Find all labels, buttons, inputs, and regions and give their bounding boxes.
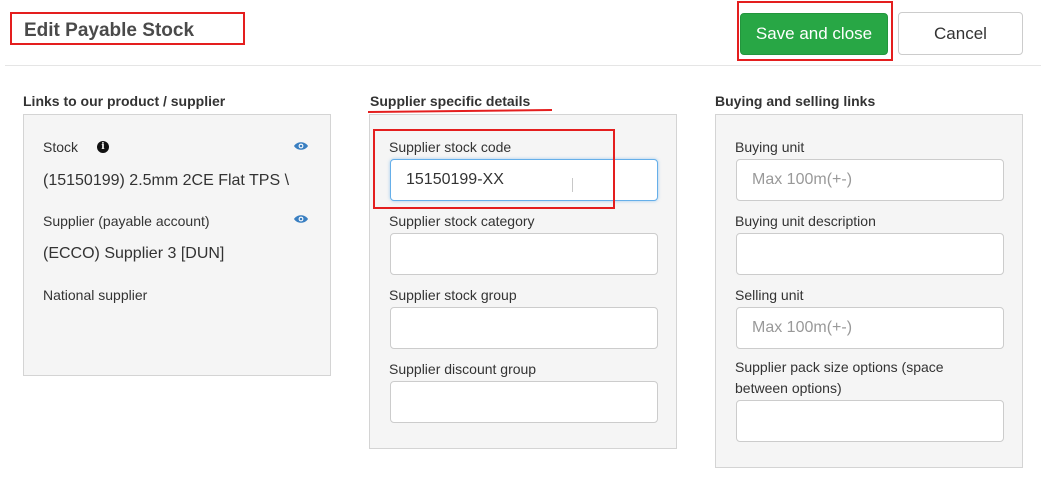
supplier-label: Supplier (payable account) — [43, 213, 210, 229]
supplier-stock-category-input[interactable] — [390, 233, 658, 275]
buying-selling-panel: Buying unit Max 100m(+-) Buying unit des… — [715, 114, 1023, 468]
text-cursor-icon — [572, 178, 573, 192]
buying-unit-placeholder: Max 100m(+-) — [752, 171, 853, 188]
supplier-stock-category-label: Supplier stock category — [389, 213, 535, 229]
stock-value: (15150199) 2.5mm 2CE Flat TPS \ — [43, 172, 290, 189]
eye-icon[interactable] — [293, 213, 309, 225]
supplier-title-underline — [367, 109, 553, 113]
selling-unit-input[interactable]: Max 100m(+-) — [736, 307, 1004, 349]
links-section-title: Links to our product / supplier — [23, 93, 226, 109]
stock-label: Stock — [43, 139, 79, 155]
buying-unit-description-label: Buying unit description — [735, 213, 876, 229]
pack-size-label-line2: between options) — [735, 380, 842, 396]
selling-unit-label: Selling unit — [735, 287, 804, 303]
selling-unit-placeholder: Max 100m(+-) — [752, 319, 853, 336]
pack-size-label-line1: Supplier pack size options (space — [735, 359, 944, 375]
links-panel: Stock i (15150199) 2.5mm 2CE Flat TPS \ … — [23, 114, 331, 376]
save-highlight-box — [737, 1, 893, 61]
eye-icon[interactable] — [293, 140, 309, 152]
buying-unit-input[interactable]: Max 100m(+-) — [736, 159, 1004, 201]
supplier-section-title: Supplier specific details — [370, 93, 531, 109]
info-icon[interactable]: i — [97, 141, 109, 153]
edit-payable-stock-page: Edit Payable Stock Save and close Cancel… — [0, 0, 1041, 488]
supplier-value: (ECCO) Supplier 3 [DUN] — [43, 245, 225, 262]
supplier-stock-group-label: Supplier stock group — [389, 287, 517, 303]
buying-unit-label: Buying unit — [735, 139, 805, 155]
stock-code-highlight-box — [373, 129, 615, 209]
title-highlight-box — [10, 12, 245, 45]
buying-unit-description-input[interactable] — [736, 233, 1004, 275]
supplier-stock-group-input[interactable] — [390, 307, 658, 349]
supplier-discount-group-label: Supplier discount group — [389, 361, 537, 377]
buying-section-title: Buying and selling links — [715, 93, 876, 109]
supplier-discount-group-input[interactable] — [390, 381, 658, 423]
cancel-button[interactable]: Cancel — [898, 12, 1023, 55]
header-divider — [5, 65, 1041, 66]
pack-size-options-input[interactable] — [736, 400, 1004, 442]
national-supplier-note: National supplier — [43, 287, 148, 303]
